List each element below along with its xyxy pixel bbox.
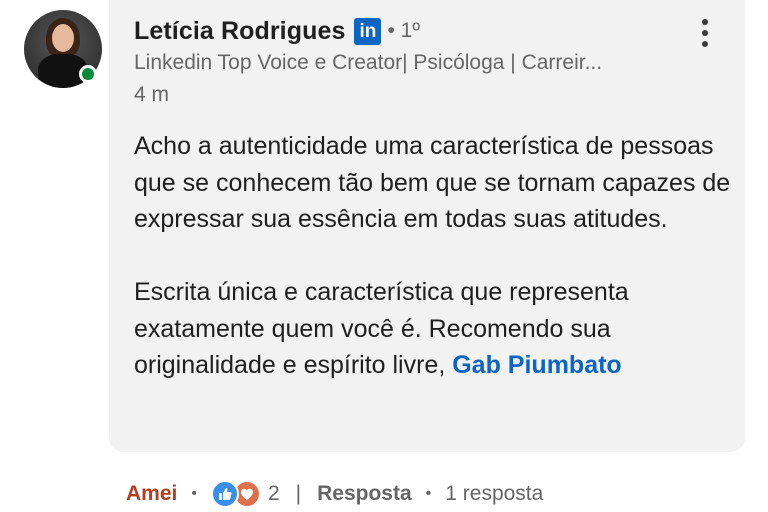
dot xyxy=(702,30,708,36)
reply-count-link[interactable]: 1 resposta xyxy=(445,482,543,506)
separator-pipe: | xyxy=(295,482,302,505)
separator-dot: • xyxy=(425,485,432,502)
mention-link[interactable]: Gab Piumbato xyxy=(452,351,621,379)
avatar-face xyxy=(52,24,74,52)
online-status-icon xyxy=(79,65,97,83)
dot xyxy=(702,41,708,47)
connection-degree: • 1º xyxy=(387,19,421,42)
reaction-count: 2 xyxy=(267,482,280,505)
like-thumb-icon xyxy=(210,480,239,508)
comment-actions: Amei • 2 | Resposta • 1 resposta xyxy=(126,478,543,510)
reply-button[interactable]: Resposta xyxy=(317,482,412,506)
reactions-summary[interactable]: 2 xyxy=(210,480,280,508)
dot xyxy=(702,19,708,25)
comment-paragraph-2: Escrita única e característica que repre… xyxy=(134,274,734,384)
author-headline: Linkedin Top Voice e Creator| Psicóloga … xyxy=(134,51,603,74)
comment-thread: Letícia Rodrigues in • 1º Linkedin Top V… xyxy=(0,0,768,512)
comment-timestamp: 4 m xyxy=(134,83,170,106)
author-name[interactable]: Letícia Rodrigues xyxy=(134,17,345,46)
separator-dot: • xyxy=(191,485,197,502)
more-options-icon[interactable] xyxy=(692,16,718,50)
author-row: Letícia Rodrigues in • 1º xyxy=(134,14,420,48)
comment-text: Acho a autenticidade uma característica … xyxy=(134,128,734,384)
linkedin-badge-icon: in xyxy=(354,17,382,45)
comment-paragraph-1: Acho a autenticidade uma característica … xyxy=(134,132,731,233)
reaction-button[interactable]: Amei xyxy=(126,482,177,506)
